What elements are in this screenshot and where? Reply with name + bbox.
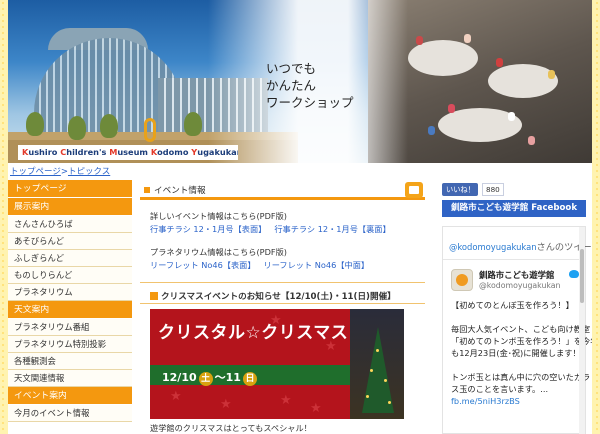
facebook-like-button[interactable]: いいね！ bbox=[442, 183, 478, 196]
sidebar-item-monoshiri-land[interactable]: ものしりらんど bbox=[8, 267, 132, 284]
breadcrumb-home-link[interactable]: トップページ bbox=[10, 167, 61, 177]
star-icon: ★ bbox=[220, 397, 232, 412]
sidebar-item-asobi-land[interactable]: あそびらんど bbox=[8, 233, 132, 250]
sidebar-heading-events[interactable]: イベント案内 bbox=[8, 387, 132, 405]
event-pdf-text: 詳しいイベント情報はこちら(PDF版) bbox=[150, 211, 287, 221]
tweet-link[interactable]: fb.me/5niH3rzBS bbox=[451, 395, 520, 407]
tweet-author-name[interactable]: 釧路市こども遊学館 bbox=[479, 269, 554, 281]
flyer-back-link[interactable]: 行事チラシ 12・1月号【裏面】 bbox=[274, 224, 390, 234]
flyer-links: 行事チラシ 12・1月号【表面】 行事チラシ 12・1月号【裏面】 bbox=[150, 223, 391, 235]
tweet-author-handle[interactable]: @kodomoyugakukan bbox=[479, 281, 561, 290]
sidebar-item-monthly-events[interactable]: 今月のイベント情報 bbox=[8, 405, 132, 422]
calendar-icon bbox=[405, 182, 423, 198]
flyer-front-link[interactable]: 行事チラシ 12・1月号【表面】 bbox=[150, 224, 266, 234]
sidebar-heading-top[interactable]: トップページ bbox=[8, 180, 132, 198]
museum-logo: Kushiro Children's Museum Kodomo Yugakuk… bbox=[18, 145, 238, 160]
section-header: イベント情報 bbox=[140, 180, 425, 200]
twitter-handle-link[interactable]: @kodomoyugakukan bbox=[449, 242, 537, 252]
tweet-text: 【初めてのとんぼ玉を作ろう！】 bbox=[451, 300, 574, 310]
twitter-timeline[interactable]: @kodomoyugakukanさんのツイート 釧路市こども遊学館 @kodom… bbox=[442, 226, 592, 434]
news-title: クリスマスイベントのお知らせ【12/10(土)・11(日)開催】 bbox=[150, 290, 396, 302]
star-icon: ★ bbox=[170, 389, 182, 404]
tweet-text: も12月23日(金･祝)に開催します！ bbox=[451, 348, 581, 358]
avatar[interactable] bbox=[451, 269, 473, 291]
tree-icon bbox=[100, 114, 118, 138]
christmas-event-banner[interactable]: ★ ★ ★ ★ ★ ★ クリスタル☆クリスマス 12/10 土～11 日 bbox=[150, 309, 404, 419]
star-icon: ★ bbox=[280, 393, 292, 408]
like-count: 880 bbox=[482, 183, 504, 196]
sculpture-icon bbox=[144, 118, 156, 142]
social-column: いいね！ 880 釧路市こども遊学館 Facebook @kodomoyugak… bbox=[436, 180, 592, 434]
sidebar-heading-astronomy[interactable]: 天文案内 bbox=[8, 301, 132, 319]
leaflet-links: リーフレット No46【表面】 リーフレット No46【中面】 bbox=[150, 259, 369, 271]
scrollbar-thumb[interactable] bbox=[580, 249, 584, 303]
leaflet-front-link[interactable]: リーフレット No46【表面】 bbox=[150, 260, 256, 270]
event-caption: 遊学館のクリスマスはとってもスペシャル！ bbox=[150, 423, 312, 433]
arrow-icon bbox=[150, 292, 158, 300]
banner-title: クリスタル☆クリスマス bbox=[158, 323, 349, 343]
tree-icon bbox=[26, 112, 44, 136]
tweet-text: トンボ玉とは真ん中に穴の空いたガラ bbox=[451, 372, 591, 382]
banner-tagline: いつでも かんたん ワークショップ bbox=[266, 61, 354, 110]
star-icon: ★ bbox=[310, 401, 322, 416]
sidebar-item-fushigi-land[interactable]: ふしぎらんど bbox=[8, 250, 132, 267]
sidebar-item-sansan-hiroba[interactable]: さんさんひろば bbox=[8, 216, 132, 233]
facebook-page-link[interactable]: 釧路市こども遊学館 Facebook bbox=[442, 200, 586, 217]
twitter-bird-icon[interactable] bbox=[569, 270, 579, 278]
sidebar-nav: トップページ 展示案内 さんさんひろば あそびらんど ふしぎらんど ものしりらん… bbox=[8, 180, 132, 434]
breadcrumb-current-link[interactable]: トピックス bbox=[68, 167, 110, 177]
tree-icon bbox=[184, 112, 202, 136]
main-content: イベント情報 詳しいイベント情報はこちら(PDF版) 行事チラシ 12・1月号【… bbox=[140, 180, 425, 434]
sidebar-item-planetarium-special[interactable]: プラネタリウム特別投影 bbox=[8, 336, 132, 353]
page: いつでも かんたん ワークショップ Kushiro Children's Mus… bbox=[8, 0, 592, 434]
planetarium-pdf-text: プラネタリウム情報はこちら(PDF版) bbox=[150, 247, 287, 257]
sidebar-item-observation[interactable]: 各種観測会 bbox=[8, 353, 132, 370]
banner-date: 12/10 土～11 日 bbox=[162, 369, 259, 386]
section-title: イベント情報 bbox=[154, 186, 206, 196]
twitter-timeline-header: @kodomoyugakukanさんのツイート bbox=[449, 242, 592, 253]
sidebar-item-planetarium[interactable]: プラネタリウム bbox=[8, 284, 132, 301]
sidebar-item-astronomy-info[interactable]: 天文関連情報 bbox=[8, 370, 132, 387]
tweet-text: ス玉のことを言います。... bbox=[451, 384, 549, 394]
tweet-text: 毎回大人気イベント、こども向け教室 bbox=[451, 324, 591, 334]
leaflet-inner-link[interactable]: リーフレット No46【中面】 bbox=[264, 260, 370, 270]
sidebar-heading-exhibits[interactable]: 展示案内 bbox=[8, 198, 132, 216]
header-banner: いつでも かんたん ワークショップ Kushiro Children's Mus… bbox=[8, 0, 592, 163]
tweet-text: 「初めてのトンボ玉を作ろう！」を今年 bbox=[451, 336, 592, 346]
sidebar-item-planetarium-programs[interactable]: プラネタリウム番組 bbox=[8, 319, 132, 336]
square-bullet-icon bbox=[144, 187, 150, 193]
tree-icon bbox=[68, 116, 86, 140]
breadcrumb: トップページ>トピックス bbox=[10, 167, 111, 177]
